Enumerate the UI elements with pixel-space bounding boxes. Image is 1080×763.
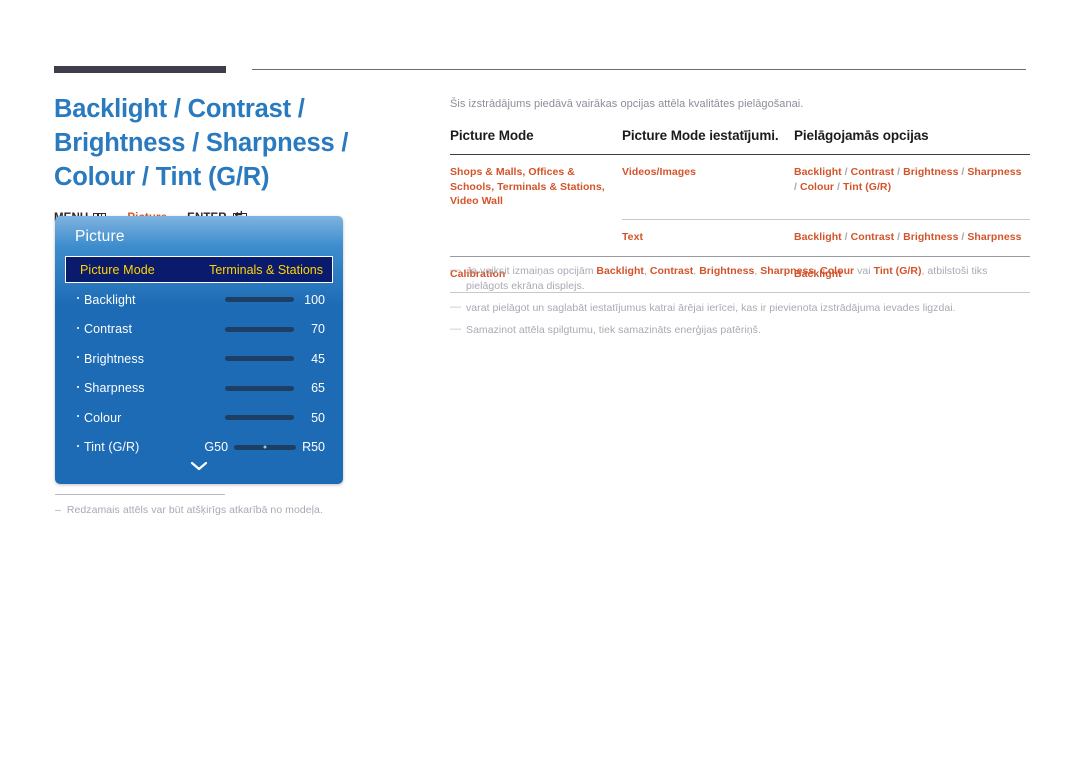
table-head: Picture Mode Picture Mode iestatījumi. P… <box>450 128 1030 155</box>
table-header-row: Picture Mode Picture Mode iestatījumi. P… <box>450 128 1030 155</box>
note-item-3: — Samazinot attēla spilgtumu, tiek samaz… <box>450 323 1030 338</box>
osd-value-contrast: 70 <box>311 322 325 337</box>
footnote-rule <box>55 494 225 495</box>
chevron-down-icon[interactable] <box>55 460 343 476</box>
note-1-b4: Sharpness <box>760 265 815 277</box>
osd-slider-contrast[interactable] <box>225 326 294 332</box>
osd-row-sharpness[interactable]: Sharpness 65 <box>55 374 343 404</box>
tint-right-value: R50 <box>302 440 325 455</box>
note-text-2: varat pielāgot un saglabāt iestatījumus … <box>466 302 956 314</box>
bullet-icon <box>77 444 79 447</box>
cell-empty <box>450 220 622 257</box>
osd-row-colour[interactable]: Colour 50 <box>55 403 343 433</box>
footnote-dash: – <box>55 504 61 516</box>
osd-row-picture-mode[interactable]: Picture Mode Terminals & Stations <box>65 256 333 283</box>
tint-left-value: G50 <box>204 440 229 455</box>
osd-value-backlight: 100 <box>304 292 325 307</box>
osd-value-brightness: 45 <box>311 351 325 366</box>
note-1-b5: Colour <box>820 265 855 277</box>
osd-row-brightness[interactable]: Brightness 45 <box>55 344 343 374</box>
note-1-b6: Tint (G/R) <box>873 265 922 277</box>
osd-slider-brightness[interactable] <box>225 356 294 362</box>
bullet-icon <box>77 415 79 417</box>
osd-label-tint: Tint (G/R) <box>84 440 140 455</box>
note-item-1: — Ja veiksit izmaiņas opcijām Backlight,… <box>450 264 1030 294</box>
osd-slider-colour[interactable] <box>225 415 294 421</box>
bullet-icon <box>77 297 79 299</box>
osd-label-picture-mode: Picture Mode <box>80 262 155 277</box>
osd-label-contrast: Contrast <box>84 322 133 337</box>
slider-knob <box>263 445 267 449</box>
note-dash: — <box>450 264 462 276</box>
header-rule-thin <box>252 69 1026 70</box>
cell-setting-text: Text <box>622 219 794 256</box>
footnote-text-row: – Redzamais attēls var būt atšķirīgs atk… <box>55 504 415 516</box>
osd-slider-backlight[interactable] <box>225 297 294 303</box>
cell-options-text: Backlight / Contrast / Brightness / Shar… <box>794 219 1030 256</box>
note-text-3: Samazinot attēla spilgtumu, tiek samazin… <box>466 324 761 336</box>
osd-label-backlight: Backlight <box>84 292 136 307</box>
osd-tint-control[interactable]: G50 R50 <box>204 440 325 454</box>
note-1-b1: Backlight <box>596 265 644 277</box>
osd-row-backlight[interactable]: Backlight 100 <box>55 285 343 315</box>
note-1-b3: Brightness <box>699 265 755 277</box>
bullet-icon <box>77 385 79 388</box>
top-rules <box>0 0 1080 80</box>
table-row: Text Backlight / Contrast / Brightness /… <box>450 219 1030 257</box>
note-1-pre: Ja veiksit izmaiņas opcijām <box>466 265 597 277</box>
osd-picture-panel: Picture Picture Mode Terminals & Station… <box>55 216 343 484</box>
col-header-picture-mode: Picture Mode <box>450 128 534 143</box>
note-text-1: Ja veiksit izmaiņas opcijām Backlight, C… <box>466 264 1030 294</box>
osd-value-picture-mode: Terminals & Stations <box>209 262 323 277</box>
osd-row-contrast[interactable]: Contrast 70 <box>55 315 343 345</box>
note-dash: — <box>450 323 462 335</box>
bullet-icon <box>77 356 79 358</box>
col-header-adjustable-options: Pielāgojamās opcijas <box>794 128 929 143</box>
intro-paragraph: Šis izstrādājums piedāvā vairākas opcija… <box>450 98 804 110</box>
note-1-b2: Contrast <box>649 265 694 277</box>
osd-label-colour: Colour <box>84 410 122 425</box>
osd-slider-sharpness[interactable] <box>225 385 294 391</box>
header-rule-thick <box>54 66 226 73</box>
osd-title: Picture <box>75 228 125 245</box>
note-dash: — <box>450 301 462 313</box>
notes-list: — Ja veiksit izmaiņas opcijām Backlight,… <box>450 264 1030 345</box>
osd-slider-tint[interactable] <box>234 444 297 450</box>
osd-value-sharpness: 65 <box>311 381 325 396</box>
osd-value-colour: 50 <box>311 410 325 425</box>
cell-picture-modes: Shops & Malls, Offices & Schools, Termin… <box>450 166 605 207</box>
cell-options-videos-images: Backlight / Contrast / Brightness / Shar… <box>794 166 1022 193</box>
osd-label-sharpness: Sharpness <box>84 381 145 396</box>
osd-label-brightness: Brightness <box>84 351 145 366</box>
osd-row-tint[interactable]: Tint (G/R) G50 R50 <box>55 433 343 463</box>
left-footnote: – Redzamais attēls var būt atšķirīgs atk… <box>55 494 415 516</box>
page-title: Backlight / Contrast / Brightness / Shar… <box>54 95 349 191</box>
note-1-s5: vai <box>854 265 874 277</box>
note-item-2: — varat pielāgot un saglabāt iestatījumu… <box>450 301 1030 316</box>
col-header-picture-mode-settings: Picture Mode iestatījumi. <box>622 128 779 143</box>
bullet-icon <box>77 326 79 329</box>
footnote-text: Redzamais attēls var būt atšķirīgs atkar… <box>66 504 323 516</box>
osd-row-list: Picture Mode Terminals & Stations Backli… <box>55 256 343 462</box>
table-row: Shops & Malls, Offices & Schools, Termin… <box>450 155 1030 220</box>
cell-setting-videos-images: Videos/Images <box>622 166 696 178</box>
left-column: Backlight / Contrast / Brightness / Shar… <box>54 92 424 225</box>
